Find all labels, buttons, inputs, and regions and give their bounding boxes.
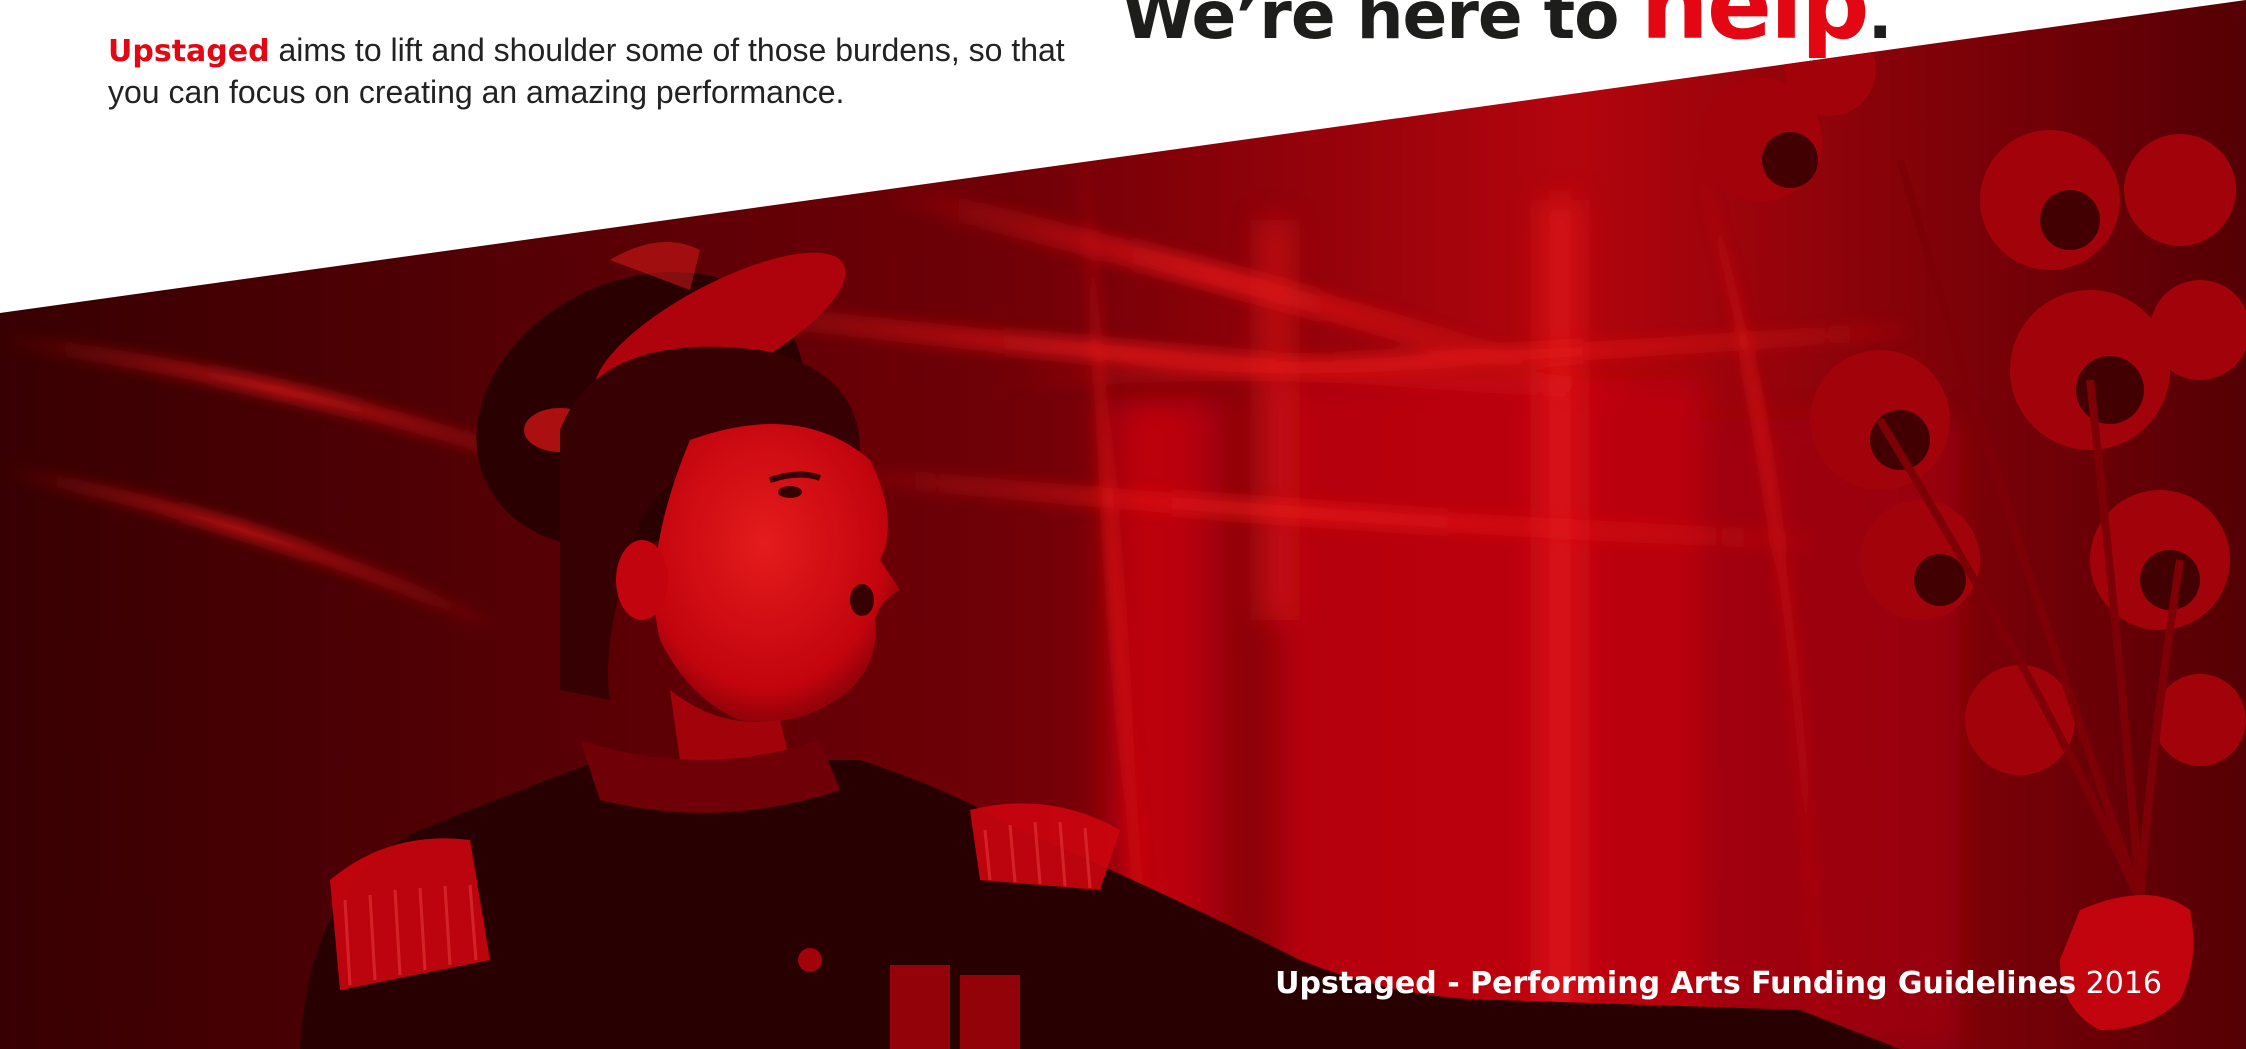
headline-suffix: . — [1867, 0, 1893, 54]
intro-brand-name: Upstaged — [108, 34, 270, 69]
footer-caption: Upstaged - Performing Arts Funding Guide… — [1275, 966, 2162, 1001]
performer-photo — [0, 0, 2246, 1049]
headline-prefix: We’re here to — [1122, 0, 1641, 54]
intro-paragraph: Upstaged aims to lift and shoulder some … — [108, 30, 1068, 112]
footer-title: Upstaged - Performing Arts Funding Guide… — [1275, 966, 2077, 1001]
headline: We’re here to help. — [1122, 0, 1893, 61]
footer-year: 2016 — [2076, 966, 2162, 1001]
headline-accent: help — [1640, 0, 1869, 61]
